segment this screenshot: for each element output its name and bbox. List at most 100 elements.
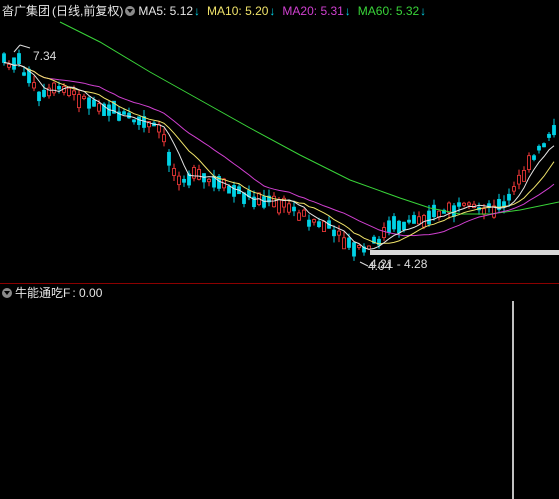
candle-body xyxy=(467,202,471,206)
down-arrow-icon: ↓ xyxy=(344,4,351,18)
candle-body xyxy=(387,220,391,233)
candle-body xyxy=(207,178,211,183)
candle-body xyxy=(192,167,196,179)
ma20-legend: MA20: 5.31↓ xyxy=(282,1,350,21)
candle-body xyxy=(432,204,436,218)
candle-body xyxy=(32,82,36,89)
indicator-toggle-icon[interactable] xyxy=(2,288,12,298)
candle-body xyxy=(542,143,546,148)
candle-body xyxy=(17,53,21,65)
candle-body xyxy=(137,116,141,126)
candle-body xyxy=(262,196,266,208)
candle-body xyxy=(417,216,421,225)
down-arrow-icon: ↓ xyxy=(194,4,201,18)
candle-body xyxy=(132,119,136,123)
candle-body xyxy=(197,169,201,180)
candle-body xyxy=(52,82,56,94)
candle-body xyxy=(277,198,281,214)
candle-body xyxy=(302,209,306,217)
candle-body xyxy=(452,205,456,217)
ma10-legend: MA10: 5.20↓ xyxy=(207,1,275,21)
candle-body xyxy=(332,229,336,237)
candle-body xyxy=(172,168,176,176)
candle-body xyxy=(527,155,531,170)
chart-period: (日线,前复权) xyxy=(52,4,124,18)
candle-body xyxy=(12,57,16,70)
candle-body xyxy=(227,185,231,194)
legend-toggle-icon[interactable] xyxy=(125,6,136,16)
candle-body xyxy=(122,111,126,115)
candle-body xyxy=(397,220,401,234)
ma5-legend: MA5: 5.12↓ xyxy=(138,1,200,21)
candle-body xyxy=(87,97,91,109)
candle-body xyxy=(287,203,291,213)
candle-body xyxy=(482,208,486,215)
candle-body xyxy=(157,124,161,133)
candle-body xyxy=(2,53,6,63)
candle-body xyxy=(202,173,206,183)
candle-body xyxy=(357,244,361,248)
candle-body xyxy=(127,112,131,119)
candle-body xyxy=(312,219,316,223)
candle-body xyxy=(22,72,26,76)
candle-body xyxy=(322,221,326,232)
candlesticks xyxy=(2,49,556,261)
candle-body xyxy=(92,99,96,107)
candle-body xyxy=(177,175,181,186)
ma5-line xyxy=(3,62,555,250)
candle-body xyxy=(7,63,11,68)
candle-body xyxy=(392,216,396,230)
candle-body xyxy=(517,174,521,185)
indicator-legend: 牛能通吃F : 0.00 xyxy=(0,283,102,303)
candle-body xyxy=(537,145,541,151)
candle-body xyxy=(522,169,526,182)
candle-body xyxy=(382,227,386,239)
candle-body xyxy=(72,90,76,95)
candle-body xyxy=(402,221,406,231)
candle-body xyxy=(162,134,166,143)
candle-body xyxy=(297,212,301,221)
candle-body xyxy=(182,178,186,183)
candle-body xyxy=(67,87,71,96)
candle-body xyxy=(167,151,171,166)
candle-body xyxy=(307,219,311,227)
range-label: 4.21 - 4.28 xyxy=(370,257,428,271)
candle-body xyxy=(37,91,41,102)
candle-body xyxy=(232,185,236,197)
candle-body xyxy=(447,202,451,213)
candle-body xyxy=(427,210,431,225)
range-marker: 4.21 - 4.28 xyxy=(370,250,559,271)
ma10-label: MA10: 5.20 xyxy=(207,4,269,18)
candle-body xyxy=(547,133,551,138)
candle-body xyxy=(552,125,556,136)
indicator-value: : 0.00 xyxy=(72,286,103,300)
candle-body xyxy=(512,186,516,192)
stock-name: 沓广集团 xyxy=(2,4,51,18)
candle-body xyxy=(317,221,321,228)
candle-body xyxy=(337,230,341,236)
candle-body xyxy=(292,206,296,212)
candle-body xyxy=(82,95,86,99)
ma20-label: MA20: 5.31 xyxy=(282,4,344,18)
candle-body xyxy=(407,219,411,223)
candle-body xyxy=(42,89,46,97)
candle-body xyxy=(532,155,536,160)
candlestick-chart[interactable]: 7.34 4.04 4.21 - 4.28 xyxy=(0,0,559,283)
candle-body xyxy=(507,193,511,201)
ma60-label: MA60: 5.32 xyxy=(357,4,420,18)
indicator-chart[interactable] xyxy=(0,283,559,499)
candle-body xyxy=(352,242,356,257)
candle-body xyxy=(412,215,416,224)
ma10-line xyxy=(3,62,555,245)
ma60-legend: MA60: 5.32↓ xyxy=(358,1,426,21)
candle-body xyxy=(97,103,101,112)
candle-body xyxy=(77,94,81,109)
candle-body xyxy=(342,237,346,250)
down-arrow-icon: ↓ xyxy=(420,4,427,18)
high-price-label: 7.34 xyxy=(33,49,57,63)
candle-body xyxy=(57,86,61,90)
candle-body xyxy=(347,237,351,248)
down-arrow-icon: ↓ xyxy=(269,4,276,18)
candle-body xyxy=(457,202,461,207)
candle-body xyxy=(462,202,466,206)
